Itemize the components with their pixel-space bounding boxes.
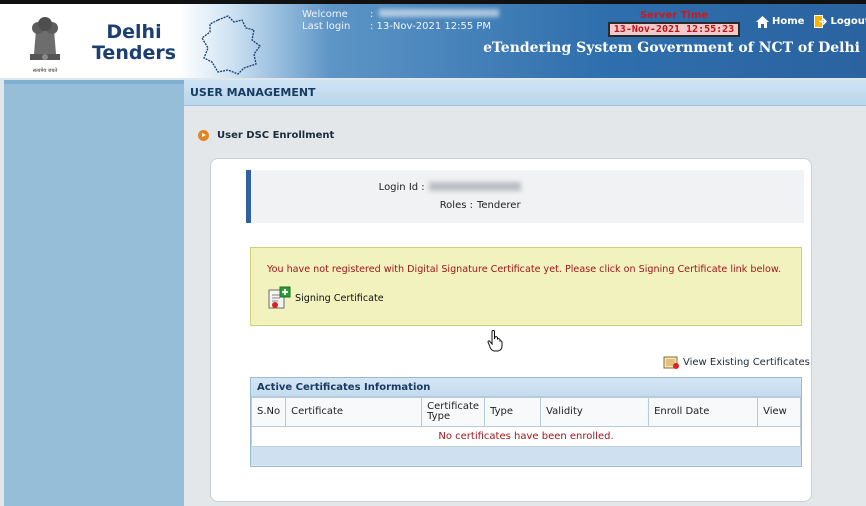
col-certificate: Certificate <box>285 397 423 427</box>
table-caption: Active Certificates Information <box>251 378 801 397</box>
home-icon <box>756 15 769 28</box>
section-title: User DSC Enrollment <box>217 130 335 141</box>
login-info-box: Login Id : Roles : Tenderer <box>246 170 804 223</box>
server-time: Server Time 13-Nov-2021 12:55:23 <box>608 10 740 37</box>
left-sidebar <box>4 80 184 506</box>
delhi-map-icon <box>201 15 261 75</box>
section-header: User DSC Enrollment <box>198 130 334 141</box>
active-certificates-table: Active Certificates Information S.No Cer… <box>250 377 802 467</box>
system-title: eTendering System Government of NCT of D… <box>483 40 860 56</box>
col-certificate-type: Certificate Type <box>421 397 486 427</box>
national-emblem-icon: सत्यमेव जयते <box>30 17 60 74</box>
app-header: सत्यमेव जयते Delhi Tenders Welcome : Las… <box>0 0 866 78</box>
view-existing-certificates-link[interactable]: View Existing Certificates <box>663 355 810 369</box>
logout-icon <box>814 15 828 28</box>
signing-certificate-label: Signing Certificate <box>295 292 384 304</box>
server-time-label: Server Time <box>639 10 709 21</box>
col-sno: S.No <box>250 397 287 427</box>
col-type: Type <box>484 397 542 427</box>
arrow-bullet-icon <box>198 130 209 141</box>
page-title: USER MANAGEMENT <box>184 80 866 106</box>
col-view: View <box>757 397 801 427</box>
certificate-add-icon <box>268 286 291 309</box>
welcome-user-redacted <box>379 9 500 17</box>
hand-cursor-icon <box>487 330 503 352</box>
login-id-value-redacted <box>428 182 521 191</box>
server-time-value: 13-Nov-2021 12:55:23 <box>608 22 740 37</box>
emblem-caption: सत्यमेव जयते <box>33 67 58 74</box>
col-validity: Validity <box>540 397 650 427</box>
last-login-value: : 13-Nov-2021 12:55 PM <box>370 21 492 32</box>
login-id-label: Login Id : <box>378 182 425 193</box>
certificate-view-icon <box>663 356 679 369</box>
col-enroll-date: Enroll Date <box>648 397 759 427</box>
home-link[interactable]: Home <box>756 15 804 28</box>
roles-value: Tenderer <box>477 200 521 211</box>
view-existing-certificates-label: View Existing Certificates <box>683 356 810 368</box>
home-label: Home <box>772 16 805 27</box>
roles-label: Roles : <box>439 200 473 211</box>
table-footer <box>251 447 801 465</box>
signing-certificate-link[interactable]: Signing Certificate <box>267 286 384 310</box>
welcome-block: Welcome : Last login : 13-Nov-2021 12:55… <box>302 9 500 33</box>
empty-table-message: No certificates have been enrolled. <box>251 426 801 447</box>
last-login-label: Last login <box>302 21 351 32</box>
welcome-sep: : <box>370 9 374 20</box>
welcome-label: Welcome <box>302 9 348 20</box>
dsc-notice: You have not registered with Digital Sig… <box>250 247 802 326</box>
dsc-notice-message: You have not registered with Digital Sig… <box>267 264 781 275</box>
brand-title: Delhi Tenders <box>92 21 177 64</box>
logout-label: Logout <box>830 16 866 27</box>
logout-link[interactable]: Logout <box>814 15 866 28</box>
